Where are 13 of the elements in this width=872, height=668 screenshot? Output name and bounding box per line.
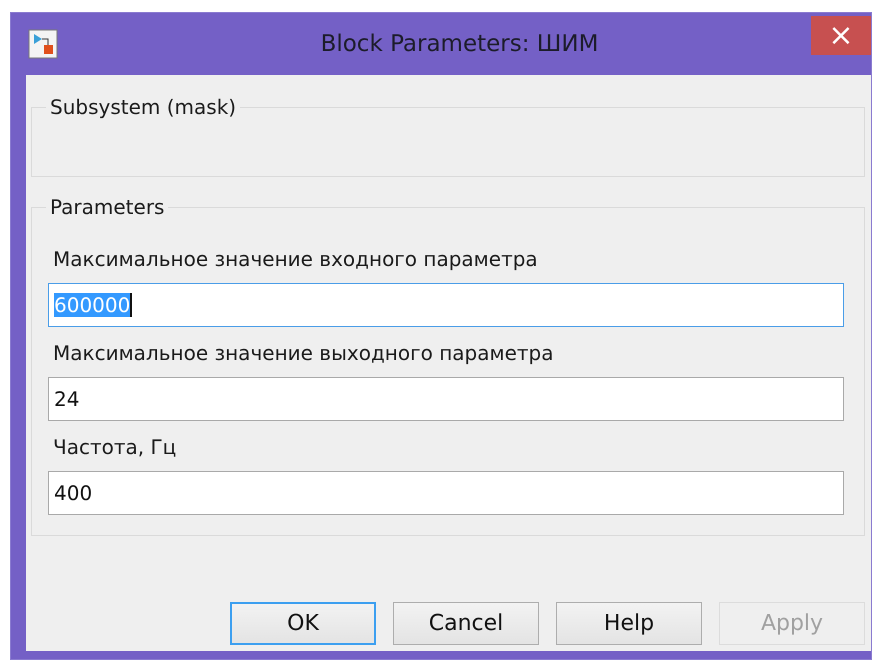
field-label: Максимальное значение выходного параметра <box>53 341 554 365</box>
field-label: Частота, Гц <box>53 435 178 459</box>
field-label: Максимальное значение входного параметра <box>53 247 539 271</box>
group-title: Subsystem (mask) <box>49 95 238 119</box>
input-field[interactable]: 400 <box>48 471 844 515</box>
close-button[interactable]: × <box>811 16 871 55</box>
dialog-button[interactable]: OK <box>230 602 376 645</box>
block-icon <box>28 29 58 59</box>
group-title: Parameters <box>49 195 166 219</box>
dialog-button[interactable]: Help <box>556 602 702 645</box>
window-title: Block Parameters: ШИМ <box>320 31 600 57</box>
dialog-button[interactable]: Cancel <box>393 602 539 645</box>
input-field[interactable]: 24 <box>48 377 844 421</box>
